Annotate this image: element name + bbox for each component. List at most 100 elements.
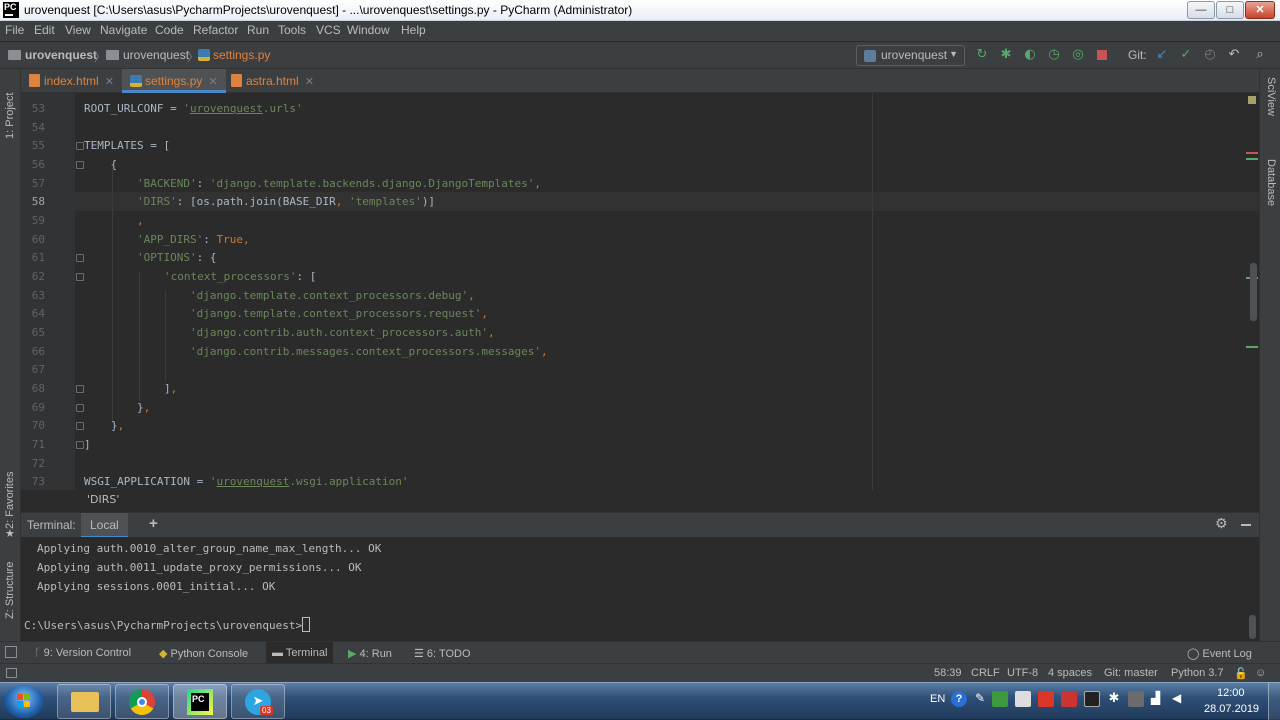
menu-vcs[interactable]: VCS	[316, 23, 341, 37]
menu-navigate[interactable]: Navigate	[100, 23, 147, 37]
run-configuration-dropdown[interactable]: urovenquest ▼	[856, 45, 965, 66]
tool-terminal[interactable]: ▬ Terminal	[266, 642, 334, 664]
vcs-history-icon[interactable]: ◴	[1202, 47, 1218, 63]
project-tool-tab[interactable]: 1: Project	[4, 79, 16, 139]
tab-index-html[interactable]: index.html ✕	[21, 69, 122, 93]
rerun-icon[interactable]: ↻	[974, 47, 990, 63]
monitor-icon[interactable]	[1084, 691, 1100, 707]
menu-code[interactable]: Code	[155, 23, 184, 37]
code-editor[interactable]: 53 54 55 56 57 58 59 60 61 62 63 64 65 6…	[21, 93, 1259, 490]
change-stripe-mark[interactable]	[1246, 346, 1258, 348]
file-encoding[interactable]: UTF-8	[1007, 667, 1038, 679]
tool-windows-icon[interactable]	[6, 668, 17, 678]
tool-python-console[interactable]: ◆ Python Console	[159, 647, 248, 660]
fold-marker[interactable]	[76, 273, 84, 281]
structure-tool-tab[interactable]: Z: Structure	[4, 559, 16, 619]
clock-time[interactable]: 12:00	[1217, 687, 1245, 699]
code-line: 'django.contrib.messages.context_process…	[190, 345, 548, 358]
fold-marker[interactable]	[76, 422, 84, 430]
indent-setting[interactable]: 4 spaces	[1048, 667, 1092, 679]
favorites-tool-tab[interactable]: 2: Favorites	[4, 469, 16, 529]
pen-icon[interactable]: ✎	[975, 691, 991, 707]
tool-event-log[interactable]: ◯ Event Log	[1187, 647, 1252, 660]
minimize-button[interactable]: —	[1187, 1, 1215, 19]
editor-scrollbar[interactable]	[1250, 263, 1257, 321]
tab-settings-py[interactable]: settings.py ✕	[122, 69, 226, 93]
inspection-indicator[interactable]	[1248, 96, 1256, 104]
menu-help[interactable]: Help	[401, 23, 426, 37]
breadcrumb-folder[interactable]: urovenquest	[106, 48, 189, 62]
terminal-scrollbar[interactable]	[1249, 615, 1256, 639]
hide-panel-icon[interactable]	[1241, 524, 1251, 526]
search-everywhere-icon[interactable]: ⌕	[1252, 47, 1268, 63]
fold-marker[interactable]	[76, 441, 84, 449]
start-button[interactable]	[4, 685, 44, 718]
tool-version-control[interactable]: ᚴ 9: Version Control	[34, 647, 131, 659]
network-icon[interactable]: ▟	[1151, 691, 1167, 707]
window-title: urovenquest [C:\Users\asus\PycharmProjec…	[24, 3, 633, 17]
menu-view[interactable]: View	[65, 23, 91, 37]
device-icon[interactable]	[1128, 691, 1144, 707]
close-tab-icon[interactable]: ✕	[305, 76, 314, 88]
fold-marker[interactable]	[76, 404, 84, 412]
fold-marker[interactable]	[76, 142, 84, 150]
language-indicator[interactable]: EN	[930, 693, 945, 705]
vcs-update-icon[interactable]: ↙	[1154, 47, 1170, 63]
indent-guide	[165, 290, 166, 382]
vcs-revert-icon[interactable]: ↶	[1226, 47, 1242, 63]
tool-todo[interactable]: ☰ 6: TODO	[414, 647, 471, 660]
profile-icon[interactable]: ◷	[1046, 47, 1062, 63]
caret-position[interactable]: 58:39	[934, 667, 962, 679]
flag-icon[interactable]	[1015, 691, 1031, 707]
close-button[interactable]: ✕	[1245, 1, 1275, 19]
sciview-tool-tab[interactable]: SciView	[1265, 77, 1277, 132]
close-tab-icon[interactable]: ✕	[105, 76, 114, 88]
menu-run[interactable]: Run	[247, 23, 269, 37]
terminal-output[interactable]: Applying auth.0010_alter_group_name_max_…	[21, 537, 1259, 641]
close-tab-icon[interactable]: ✕	[208, 76, 217, 88]
clock-date[interactable]: 28.07.2019	[1204, 703, 1259, 715]
menu-tools[interactable]: Tools	[278, 23, 306, 37]
folder-icon	[71, 692, 99, 712]
debug-icon[interactable]: ✱	[998, 47, 1014, 63]
inspector-icon[interactable]: ☺	[1255, 667, 1266, 679]
coverage-icon[interactable]: ◐	[1022, 47, 1038, 63]
database-tool-tab[interactable]: Database	[1265, 159, 1277, 219]
line-separator[interactable]: CRLF	[971, 667, 1000, 679]
python-interpreter[interactable]: Python 3.7	[1171, 667, 1224, 679]
maximize-button[interactable]: □	[1216, 1, 1244, 19]
breadcrumb-file[interactable]: settings.py	[198, 48, 270, 62]
tab-astra-html[interactable]: astra.html ✕	[223, 69, 322, 93]
show-desktop-button[interactable]	[1268, 683, 1280, 720]
fold-marker[interactable]	[76, 385, 84, 393]
menu-refactor[interactable]: Refactor	[193, 23, 238, 37]
pycharm-taskbar-button[interactable]: PC	[173, 684, 227, 719]
bluetooth-icon[interactable]: ✱	[1106, 691, 1122, 707]
git-branch[interactable]: Git: master	[1104, 667, 1158, 679]
chrome-taskbar-button[interactable]	[115, 684, 169, 719]
volume-icon[interactable]: ◀	[1172, 691, 1188, 707]
tool-run[interactable]: ▶ 4: Run	[348, 647, 392, 660]
menu-window[interactable]: Window	[347, 23, 390, 37]
layout-toggle-icon[interactable]	[5, 646, 17, 658]
change-stripe-mark[interactable]	[1246, 158, 1258, 160]
menu-file[interactable]: File	[5, 23, 24, 37]
help-icon[interactable]: ?	[951, 691, 967, 707]
lock-icon[interactable]: 🔓	[1234, 667, 1248, 680]
terminal-tab-local[interactable]: Local	[81, 513, 128, 538]
error-stripe-mark[interactable]	[1246, 152, 1258, 154]
explorer-taskbar-button[interactable]	[57, 684, 111, 719]
shield-icon[interactable]	[992, 691, 1008, 707]
telegram-taskbar-button[interactable]: ➤ 03	[231, 684, 285, 719]
fold-marker[interactable]	[76, 254, 84, 262]
vcs-commit-icon[interactable]: ✓	[1178, 47, 1194, 63]
app-tray-icon[interactable]	[1061, 691, 1077, 707]
fold-marker[interactable]	[76, 161, 84, 169]
concurrency-icon[interactable]: ◎	[1070, 47, 1086, 63]
gear-icon[interactable]: ⚙	[1215, 516, 1228, 532]
menu-edit[interactable]: Edit	[34, 23, 55, 37]
new-terminal-button[interactable]: +	[149, 515, 158, 532]
breadcrumb-root[interactable]: urovenquest	[8, 48, 97, 62]
antivirus-icon[interactable]	[1038, 691, 1054, 707]
stop-icon[interactable]	[1094, 47, 1110, 63]
